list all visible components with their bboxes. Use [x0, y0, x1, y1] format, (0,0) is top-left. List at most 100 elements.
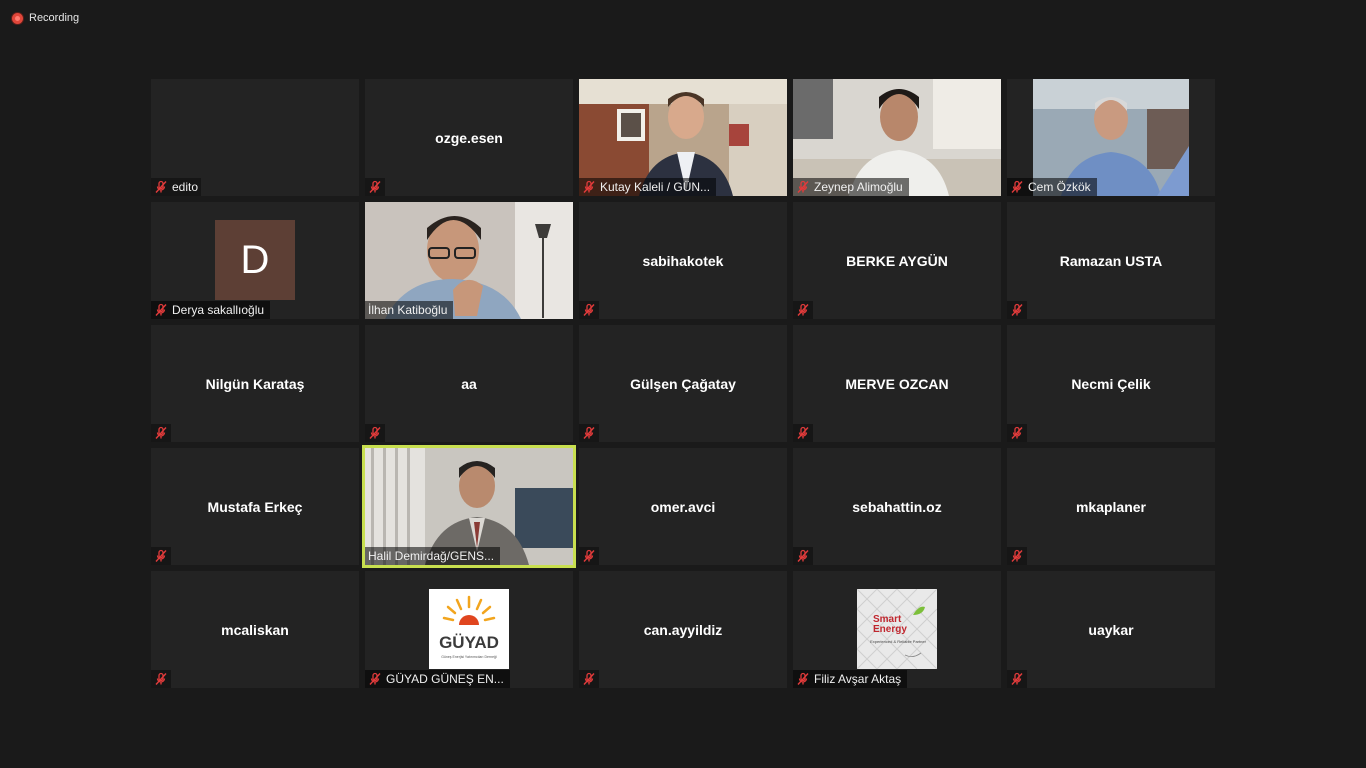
mic-muted-icon [1011, 672, 1023, 685]
participant-tile-omer-avci[interactable]: omer.avci [579, 448, 787, 565]
participant-tile-can-ayyildiz[interactable]: can.ayyildiz [579, 571, 787, 688]
mic-muted-icon [155, 180, 167, 193]
mic-muted-icon [155, 303, 167, 316]
participant-tile-kutay-kaleli[interactable]: Kutay Kaleli / GÜN... [579, 79, 787, 196]
participant-label: Filiz Avşar Aktaş [793, 670, 908, 688]
participant-label [793, 424, 813, 442]
participant-name: Filiz Avşar Aktaş [814, 672, 902, 686]
participant-tile-aa[interactable]: aa [365, 325, 573, 442]
participant-display-name: Gülşen Çağatay [630, 375, 736, 392]
participant-display-name: Ramazan USTA [1059, 252, 1163, 269]
guyad-logo: GÜYAD Güneş Enerjisi Yatırımcıları Derne… [429, 589, 509, 669]
mic-muted-icon [797, 672, 809, 685]
participant-display-name: uaykar [1088, 621, 1134, 638]
participant-tile-nilgun-karatas[interactable]: Nilgün Karataş [151, 325, 359, 442]
mic-muted-icon [369, 426, 381, 439]
participant-grid: edito ozge.esen Kutay Kaleli / GÜN... Ze… [151, 79, 1215, 688]
participant-name: GÜYAD GÜNEŞ EN... [386, 672, 504, 686]
participant-tile-cem-ozkok[interactable]: Cem Özkök [1007, 79, 1215, 196]
participant-display-name: sebahattin.oz [852, 498, 942, 515]
participant-tile-sebahattin-oz[interactable]: sebahattin.oz [793, 448, 1001, 565]
participant-tile-mcaliskan[interactable]: mcaliskan [151, 571, 359, 688]
participant-tile-ilhan-katiboglu[interactable]: İlhan Katiboğlu [365, 202, 573, 319]
participant-display-name: sabihakotek [642, 252, 724, 269]
mic-muted-icon [583, 426, 595, 439]
participant-display-name: ozge.esen [435, 129, 503, 146]
participant-label: Halil Demirdağ/GENS... [365, 547, 501, 565]
participant-tile-necmi-celik[interactable]: Necmi Çelik [1007, 325, 1215, 442]
logo-subtext: Experienced & Reliable Partner [870, 639, 926, 644]
participant-label: GÜYAD GÜNEŞ EN... [365, 670, 510, 688]
participant-tile-edito[interactable]: edito [151, 79, 359, 196]
participant-display-name: can.ayyildiz [643, 621, 723, 638]
participant-display-name: Mustafa Erkeç [207, 498, 303, 515]
mic-muted-icon [797, 426, 809, 439]
participant-label: Cem Özkök [1007, 178, 1097, 196]
participant-tile-berke-aygun[interactable]: BERKE AYGÜN [793, 202, 1001, 319]
participant-label [579, 670, 599, 688]
participant-label [1007, 424, 1027, 442]
avatar: D [215, 220, 295, 300]
participant-label [793, 547, 813, 565]
participant-label [151, 670, 171, 688]
participant-tile-ozge-esen[interactable]: ozge.esen [365, 79, 573, 196]
participant-label [579, 424, 599, 442]
participant-tile-uaykar[interactable]: uaykar [1007, 571, 1215, 688]
participant-display-name: omer.avci [650, 498, 716, 515]
mic-muted-icon [1011, 426, 1023, 439]
participant-label: İlhan Katiboğlu [365, 301, 454, 319]
logo-text: Smart Energy [873, 614, 907, 635]
mic-muted-icon [797, 549, 809, 562]
participant-tile-mkaplaner[interactable]: mkaplaner [1007, 448, 1215, 565]
mic-muted-icon [369, 672, 381, 685]
mic-muted-icon [155, 426, 167, 439]
mic-muted-icon [1011, 549, 1023, 562]
participant-label [1007, 670, 1027, 688]
mic-muted-icon [1011, 303, 1023, 316]
mic-muted-icon [583, 180, 595, 193]
participant-display-name: BERKE AYGÜN [846, 252, 948, 269]
participant-tile-halil-demirdag[interactable]: Halil Demirdağ/GENS... [362, 445, 576, 568]
participant-name: Zeynep Alimoğlu [814, 180, 903, 194]
mic-muted-icon [1011, 180, 1023, 193]
mic-muted-icon [583, 672, 595, 685]
participant-label [365, 178, 385, 196]
participant-name: Halil Demirdağ/GENS... [368, 549, 495, 563]
participant-display-name: mkaplaner [1075, 498, 1147, 515]
smart-energy-logo: Smart Energy Experienced & Reliable Part… [857, 589, 937, 669]
participant-tile-derya-sakallioglu[interactable]: D Derya sakallıoğlu [151, 202, 359, 319]
mic-muted-icon [797, 303, 809, 316]
logo-text: GÜYAD [439, 633, 499, 652]
recording-indicator[interactable]: Recording [12, 12, 79, 24]
participant-label [1007, 547, 1027, 565]
participant-tile-sabihakotek[interactable]: sabihakotek [579, 202, 787, 319]
participant-tile-zeynep-alimoglu[interactable]: Zeynep Alimoğlu [793, 79, 1001, 196]
participant-label [151, 547, 171, 565]
recording-dot-icon [12, 12, 23, 24]
participant-tile-mustafa-erkec[interactable]: Mustafa Erkeç [151, 448, 359, 565]
participant-tile-gulsen-cagatay[interactable]: Gülşen Çağatay [579, 325, 787, 442]
participant-tile-merve-ozcan[interactable]: MERVE OZCAN [793, 325, 1001, 442]
participant-label: Derya sakallıoğlu [151, 301, 271, 319]
participant-label [579, 301, 599, 319]
participant-display-name: mcaliskan [221, 621, 289, 638]
participant-tile-ramazan-usta[interactable]: Ramazan USTA [1007, 202, 1215, 319]
participant-name: Kutay Kaleli / GÜN... [600, 180, 711, 194]
participant-name: Cem Özkök [1028, 180, 1091, 194]
participant-display-name: aa [461, 375, 477, 392]
recording-label: Recording [29, 12, 80, 24]
participant-name: Derya sakallıoğlu [172, 303, 265, 317]
mic-muted-icon [583, 549, 595, 562]
participant-label [365, 424, 385, 442]
participant-display-name: Necmi Çelik [1071, 375, 1151, 392]
participant-label [579, 547, 599, 565]
mic-muted-icon [369, 180, 381, 193]
mic-muted-icon [583, 303, 595, 316]
logo-subtext: Güneş Enerjisi Yatırımcıları Derneği [441, 655, 497, 659]
participant-label [793, 301, 813, 319]
participant-tile-filiz-avsar-aktas[interactable]: Smart Energy Experienced & Reliable Part… [793, 571, 1001, 688]
participant-label [151, 424, 171, 442]
participant-tile-guyad[interactable]: GÜYAD Güneş Enerjisi Yatırımcıları Derne… [365, 571, 573, 688]
participant-name: edito [172, 180, 199, 194]
mic-muted-icon [797, 180, 809, 193]
